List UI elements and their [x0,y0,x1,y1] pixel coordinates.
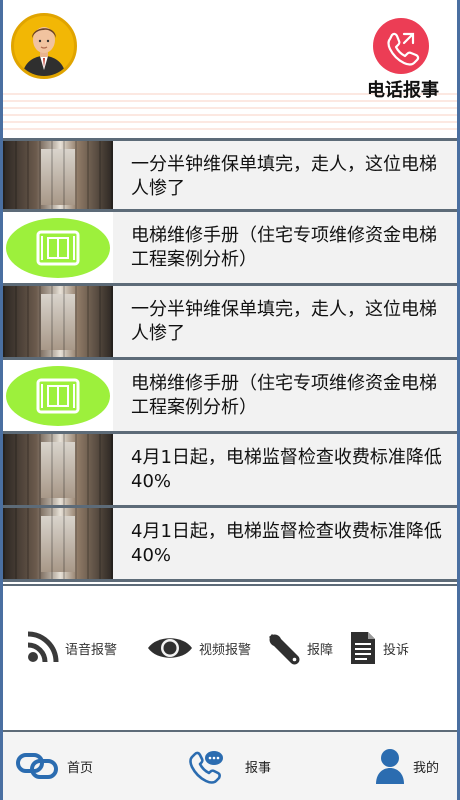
news-item[interactable]: 4月1日起，电梯监督检查收费标准降低40% [3,508,457,582]
corridor-thumbnail [3,286,113,357]
nav-home[interactable]: 首页 [15,746,93,786]
phone-report-label[interactable]: 电话报事 [361,76,445,102]
phone-outgoing-icon [387,32,420,66]
corridor-thumbnail [3,434,113,505]
fault-report-label: 报障 [307,642,334,658]
fault-report-button[interactable]: 报障 [265,630,333,666]
nav-mine[interactable]: 我的 [375,746,439,786]
news-title: 电梯维修手册（住宅专项维修资金电梯工程案例分析） [131,225,437,270]
news-title: 4月1日起，电梯监督检查收费标准降低40% [131,447,442,492]
corridor-thumbnail [3,508,113,579]
voice-alarm-button[interactable]: 语音报警 [25,630,117,666]
nav-report[interactable]: 报事 [189,746,271,786]
news-item[interactable]: 一分半钟维保单填完，走人，这位电梯人惨了 [3,286,457,360]
user-profile-icon [376,749,404,784]
rss-icon [27,631,59,663]
person-avatar-icon [22,27,66,76]
news-item[interactable]: 4月1日起，电梯监督检查收费标准降低40% [3,434,457,508]
phone-report-button[interactable] [373,18,429,74]
elevator-thumbnail [3,212,113,283]
news-title: 一分半钟维保单填完，走人，这位电梯人惨了 [131,299,437,344]
eye-icon [148,638,192,658]
elevator-icon [36,230,80,266]
news-item[interactable]: 电梯维修手册（住宅专项维修资金电梯工程案例分析） [3,212,457,286]
user-avatar[interactable] [11,13,77,79]
phone-chat-icon [189,751,223,784]
wrench-icon [269,634,300,665]
corridor-thumbnail [3,141,113,209]
news-item[interactable]: 一分半钟维保单填完，走人，这位电梯人惨了 [3,138,457,212]
news-title: 4月1日起，电梯监督检查收费标准降低40% [131,521,442,566]
nav-mine-label: 我的 [413,760,440,776]
nav-home-label: 首页 [67,760,94,776]
quick-actions: 语音报警 视频报警 报障 投诉 [3,584,457,732]
news-title: 电梯维修手册（住宅专项维修资金电梯工程案例分析） [131,373,437,418]
complaint-button[interactable]: 投诉 [349,630,409,666]
news-item[interactable]: 电梯维修手册（住宅专项维修资金电梯工程案例分析） [3,360,457,434]
news-list: 一分半钟维保单填完，走人，这位电梯人惨了 电梯维修手册（住宅专项维修资金电梯工程… [3,138,457,582]
bottom-nav: 首页 报事 我的 [3,732,457,800]
elevator-icon [36,378,80,414]
nav-report-label: 报事 [245,760,272,776]
link-home-icon [16,753,58,779]
video-alarm-label: 视频报警 [199,642,252,658]
document-icon [351,632,375,664]
voice-alarm-label: 语音报警 [65,642,118,658]
header: 电话报事 [3,0,457,138]
video-alarm-button[interactable]: 视频报警 [147,630,251,666]
elevator-thumbnail [3,360,113,431]
complaint-label: 投诉 [383,642,410,658]
news-title: 一分半钟维保单填完，走人，这位电梯人惨了 [131,154,437,199]
